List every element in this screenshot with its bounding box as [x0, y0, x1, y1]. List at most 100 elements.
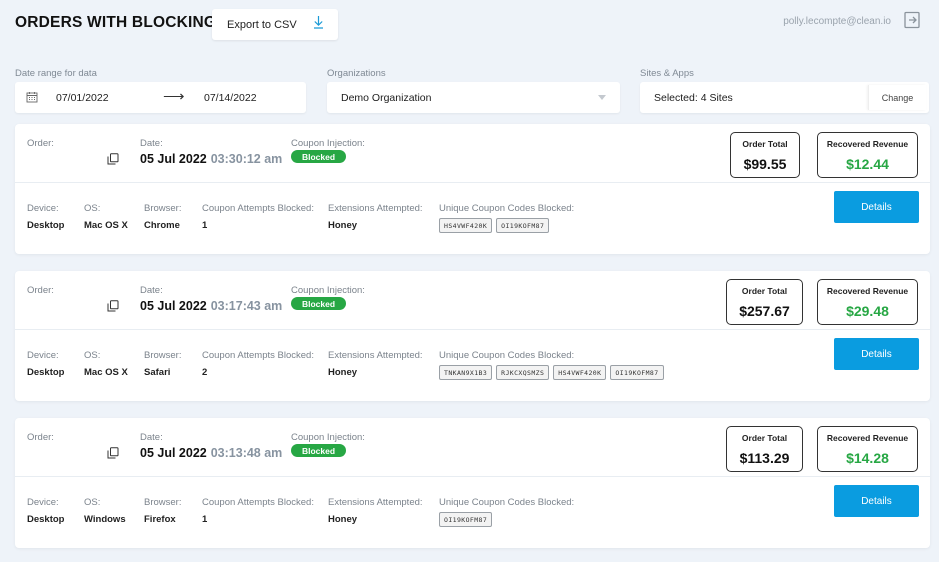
order-date-day: 05 Jul 2022 [140, 152, 207, 166]
extensions-label: Extensions Attempted: [328, 497, 423, 508]
download-icon [314, 16, 323, 29]
order-total-box: Order Total $113.29 [726, 426, 803, 472]
order-total-box: Order Total $99.55 [730, 132, 800, 178]
device-label: Device: [27, 350, 59, 361]
browser-label: Browser: [144, 350, 182, 361]
order-date: 05 Jul 2022 03:30:12 am [140, 152, 282, 166]
date-label: Date: [140, 285, 163, 296]
coupon-code-list: TNKAN9X1B3 RJKCXQSMZS HS4VWF420K OI19KOFM87 [439, 365, 664, 380]
os-value: Windows [84, 514, 126, 525]
device-label: Device: [27, 497, 59, 508]
date-from-input[interactable]: 07/01/2022 [56, 92, 109, 104]
calendar-icon [26, 92, 38, 103]
coupon-code-chip: RJKCXQSMZS [496, 365, 550, 380]
status-badge: Blocked [291, 444, 346, 457]
os-value: Mac OS X [84, 367, 128, 378]
order-label: Order: [27, 138, 54, 149]
os-label: OS: [84, 203, 101, 214]
order-total-box: Order Total $257.67 [726, 279, 803, 325]
recovered-revenue-label: Recovered Revenue [826, 433, 909, 443]
coupon-code-list: OI19KOFM87 [439, 512, 493, 527]
coupon-code-chip: OI19KOFM87 [610, 365, 664, 380]
os-label: OS: [84, 497, 101, 508]
change-sites-button[interactable]: Change [868, 85, 926, 110]
order-total-label: Order Total [742, 139, 788, 149]
unique-codes-label: Unique Coupon Codes Blocked: [439, 350, 575, 361]
device-label: Device: [27, 203, 59, 214]
card-divider [15, 329, 930, 330]
recovered-revenue-box: Recovered Revenue $12.44 [817, 132, 918, 178]
date-label: Date: [140, 138, 163, 149]
coupon-code-chip: HS4VWF420K [553, 365, 607, 380]
copy-icon[interactable] [107, 300, 119, 312]
coupon-attempts-value: 1 [202, 220, 208, 231]
coupon-attempts-label: Coupon Attempts Blocked: [202, 350, 314, 361]
recovered-revenue-label: Recovered Revenue [826, 286, 909, 296]
details-button[interactable]: Details [834, 338, 919, 370]
sites-selector: Selected: 4 Sites Change [640, 82, 929, 113]
order-date-day: 05 Jul 2022 [140, 446, 207, 460]
user-email: polly.lecompte@clean.io [783, 16, 891, 27]
coupon-code-chip: OI19KOFM87 [439, 512, 493, 527]
extensions-label: Extensions Attempted: [328, 203, 423, 214]
copy-icon[interactable] [107, 447, 119, 459]
coupon-injection-label: Coupon Injection: [291, 285, 365, 296]
extensions-value: Honey [328, 367, 358, 378]
order-label: Order: [27, 285, 54, 296]
order-total-value: $257.67 [739, 303, 790, 319]
extensions-label: Extensions Attempted: [328, 350, 423, 361]
extensions-value: Honey [328, 514, 358, 525]
details-button[interactable]: Details [834, 191, 919, 223]
date-range-picker[interactable]: 07/01/2022 ⟶ 07/14/2022 [15, 82, 306, 113]
organization-value: Demo Organization [341, 91, 432, 104]
device-value: Desktop [27, 367, 65, 378]
recovered-revenue-box: Recovered Revenue $14.28 [817, 426, 918, 472]
coupon-attempts-label: Coupon Attempts Blocked: [202, 203, 314, 214]
order-card: Order: Date: 05 Jul 2022 03:30:12 am Coup… [15, 124, 930, 254]
recovered-revenue-box: Recovered Revenue $29.48 [817, 279, 918, 325]
organizations-select[interactable]: Demo Organization [327, 82, 620, 113]
browser-value: Chrome [144, 220, 180, 231]
organizations-label: Organizations [327, 68, 386, 79]
recovered-revenue-value: $12.44 [846, 156, 889, 172]
sites-value: Selected: 4 Sites [654, 91, 733, 104]
unique-codes-label: Unique Coupon Codes Blocked: [439, 203, 575, 214]
coupon-attempts-value: 1 [202, 514, 208, 525]
order-total-label: Order Total [741, 433, 788, 443]
export-label: Export to CSV [227, 18, 297, 31]
coupon-injection-label: Coupon Injection: [291, 432, 365, 443]
coupon-attempts-value: 2 [202, 367, 208, 378]
unique-codes-label: Unique Coupon Codes Blocked: [439, 497, 575, 508]
order-total-value: $99.55 [743, 156, 787, 172]
status-badge: Blocked [291, 150, 346, 163]
browser-value: Safari [144, 367, 171, 378]
date-to-input[interactable]: 07/14/2022 [204, 92, 257, 104]
extensions-value: Honey [328, 220, 358, 231]
order-time: 03:30:12 am [210, 152, 283, 166]
date-label: Date: [140, 432, 163, 443]
recovered-revenue-value: $14.28 [846, 450, 889, 466]
device-value: Desktop [27, 514, 65, 525]
browser-label: Browser: [144, 203, 182, 214]
order-card: Order: Date: 05 Jul 2022 03:17:43 am Coup… [15, 271, 930, 401]
recovered-revenue-value: $29.48 [846, 303, 889, 319]
arrow-right-icon: ⟶ [163, 88, 185, 105]
export-csv-button[interactable]: Export to CSV [212, 9, 338, 40]
sites-label: Sites & Apps [640, 68, 694, 79]
order-label: Order: [27, 432, 54, 443]
os-label: OS: [84, 350, 101, 361]
coupon-code-chip: TNKAN9X1B3 [439, 365, 493, 380]
browser-value: Firefox [144, 514, 176, 525]
chevron-down-icon [598, 95, 606, 100]
copy-icon[interactable] [107, 153, 119, 165]
details-button[interactable]: Details [834, 485, 919, 517]
os-value: Mac OS X [84, 220, 128, 231]
coupon-code-chip: HS4VWF420K [439, 218, 493, 233]
coupon-code-chip: OI19KOFM87 [496, 218, 550, 233]
device-value: Desktop [27, 220, 65, 231]
recovered-revenue-label: Recovered Revenue [826, 139, 909, 149]
order-date: 05 Jul 2022 03:17:43 am [140, 299, 282, 313]
status-badge: Blocked [291, 297, 346, 310]
order-total-value: $113.29 [739, 450, 790, 466]
logout-icon[interactable] [903, 11, 921, 29]
